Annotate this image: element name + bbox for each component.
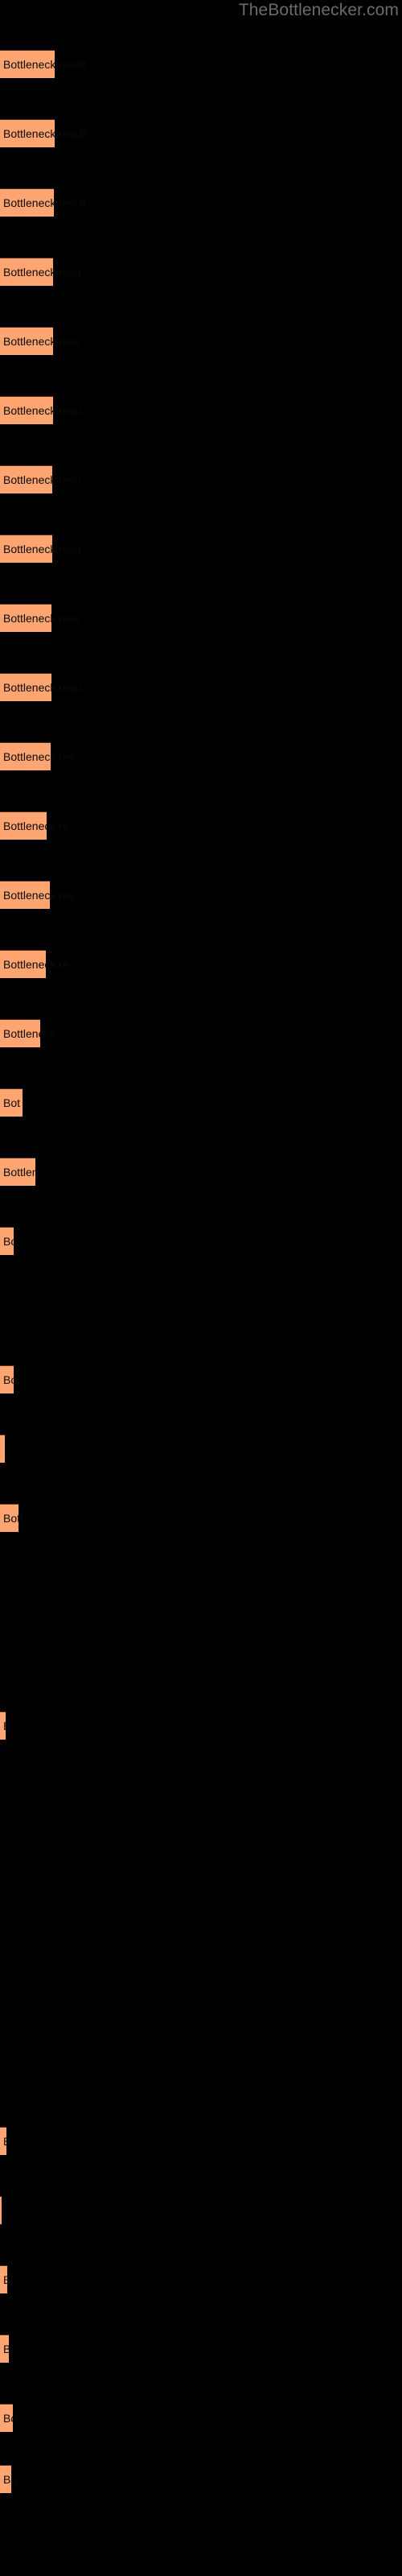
- bar-35: [0, 2404, 13, 2432]
- bar-8: [0, 535, 52, 563]
- bar-row: [0, 1573, 402, 1601]
- bar-row: Bottleneck: [0, 1019, 402, 1047]
- bar-18: [0, 1227, 14, 1255]
- bar-row: Bo: [0, 2404, 402, 2432]
- bar-row: Bo: [0, 1227, 402, 1255]
- bar-row: Bottleneck result: [0, 188, 402, 217]
- bar-row: Bottleneck re: [0, 811, 402, 840]
- bar-row: Bottleneck result: [0, 119, 402, 147]
- bar-9: [0, 604, 51, 632]
- bar-row: [0, 1988, 402, 2017]
- bar-row: B: [0, 2334, 402, 2363]
- bar-13: [0, 881, 50, 909]
- bar-6: [0, 396, 53, 424]
- bar-row: Bo: [0, 2465, 402, 2493]
- bar-22: [0, 1504, 18, 1532]
- bar-row: Bottleneck resu: [0, 673, 402, 701]
- bar-row: Bottleneck resu: [0, 535, 402, 563]
- bar-2: [0, 119, 55, 147]
- bar-row: B: [0, 2265, 402, 2293]
- bar-row: Bo: [0, 1365, 402, 1393]
- bar-16: [0, 1088, 23, 1117]
- bar-row: [0, 2058, 402, 2086]
- bar-4: [0, 258, 53, 286]
- bar-row: B: [0, 2127, 402, 2155]
- bar-row: [0, 1435, 402, 1463]
- bar-10: [0, 673, 51, 701]
- bar-row: Bott: [0, 1504, 402, 1532]
- bar-row: B: [0, 1711, 402, 1740]
- bar-14: [0, 950, 46, 978]
- bar-20: [0, 1365, 14, 1393]
- bar-25: [0, 1711, 6, 1740]
- bar-row: Bottleneck resu: [0, 396, 402, 424]
- bar-row: Bottleneck result: [0, 50, 402, 78]
- bar-17: [0, 1158, 35, 1186]
- bar-row: [0, 1642, 402, 1670]
- bar-33: [0, 2265, 7, 2293]
- bar-row: Bottleneck resu: [0, 258, 402, 286]
- bar-12: [0, 811, 47, 840]
- bar-row: Bottleneck resu: [0, 465, 402, 493]
- bar-11: [0, 742, 51, 770]
- bar-row: Bottleneck res: [0, 881, 402, 909]
- bar-5: [0, 327, 53, 355]
- bar-row: [0, 1296, 402, 1324]
- bar-series-container: Bottleneck result Bottleneck result Bottle…: [0, 0, 402, 2576]
- bar-7: [0, 465, 52, 493]
- bar-row: [0, 1919, 402, 1947]
- bar-row: [0, 1850, 402, 1878]
- bar-1: [0, 50, 55, 78]
- bar-3: [0, 188, 54, 217]
- bar-21: [0, 1435, 5, 1463]
- bottleneck-bar-chart: TheBottlenecker.com Bottleneck result Bot…: [0, 0, 402, 2576]
- bar-row: [0, 2196, 402, 2224]
- bar-36: [0, 2465, 11, 2493]
- bar-row: [0, 1781, 402, 1809]
- bar-32: [0, 2196, 2, 2224]
- bar-row: Bottleneck res: [0, 742, 402, 770]
- bar-row: Bottleneck resu: [0, 327, 402, 355]
- bar-row: Bottleneck re: [0, 950, 402, 978]
- bar-31: [0, 2127, 6, 2155]
- bar-row: Bot: [0, 1088, 402, 1117]
- bar-34: [0, 2334, 9, 2363]
- bar-row: Bottlen: [0, 1158, 402, 1186]
- bar-15: [0, 1019, 40, 1047]
- bar-row: Bottleneck resu: [0, 604, 402, 632]
